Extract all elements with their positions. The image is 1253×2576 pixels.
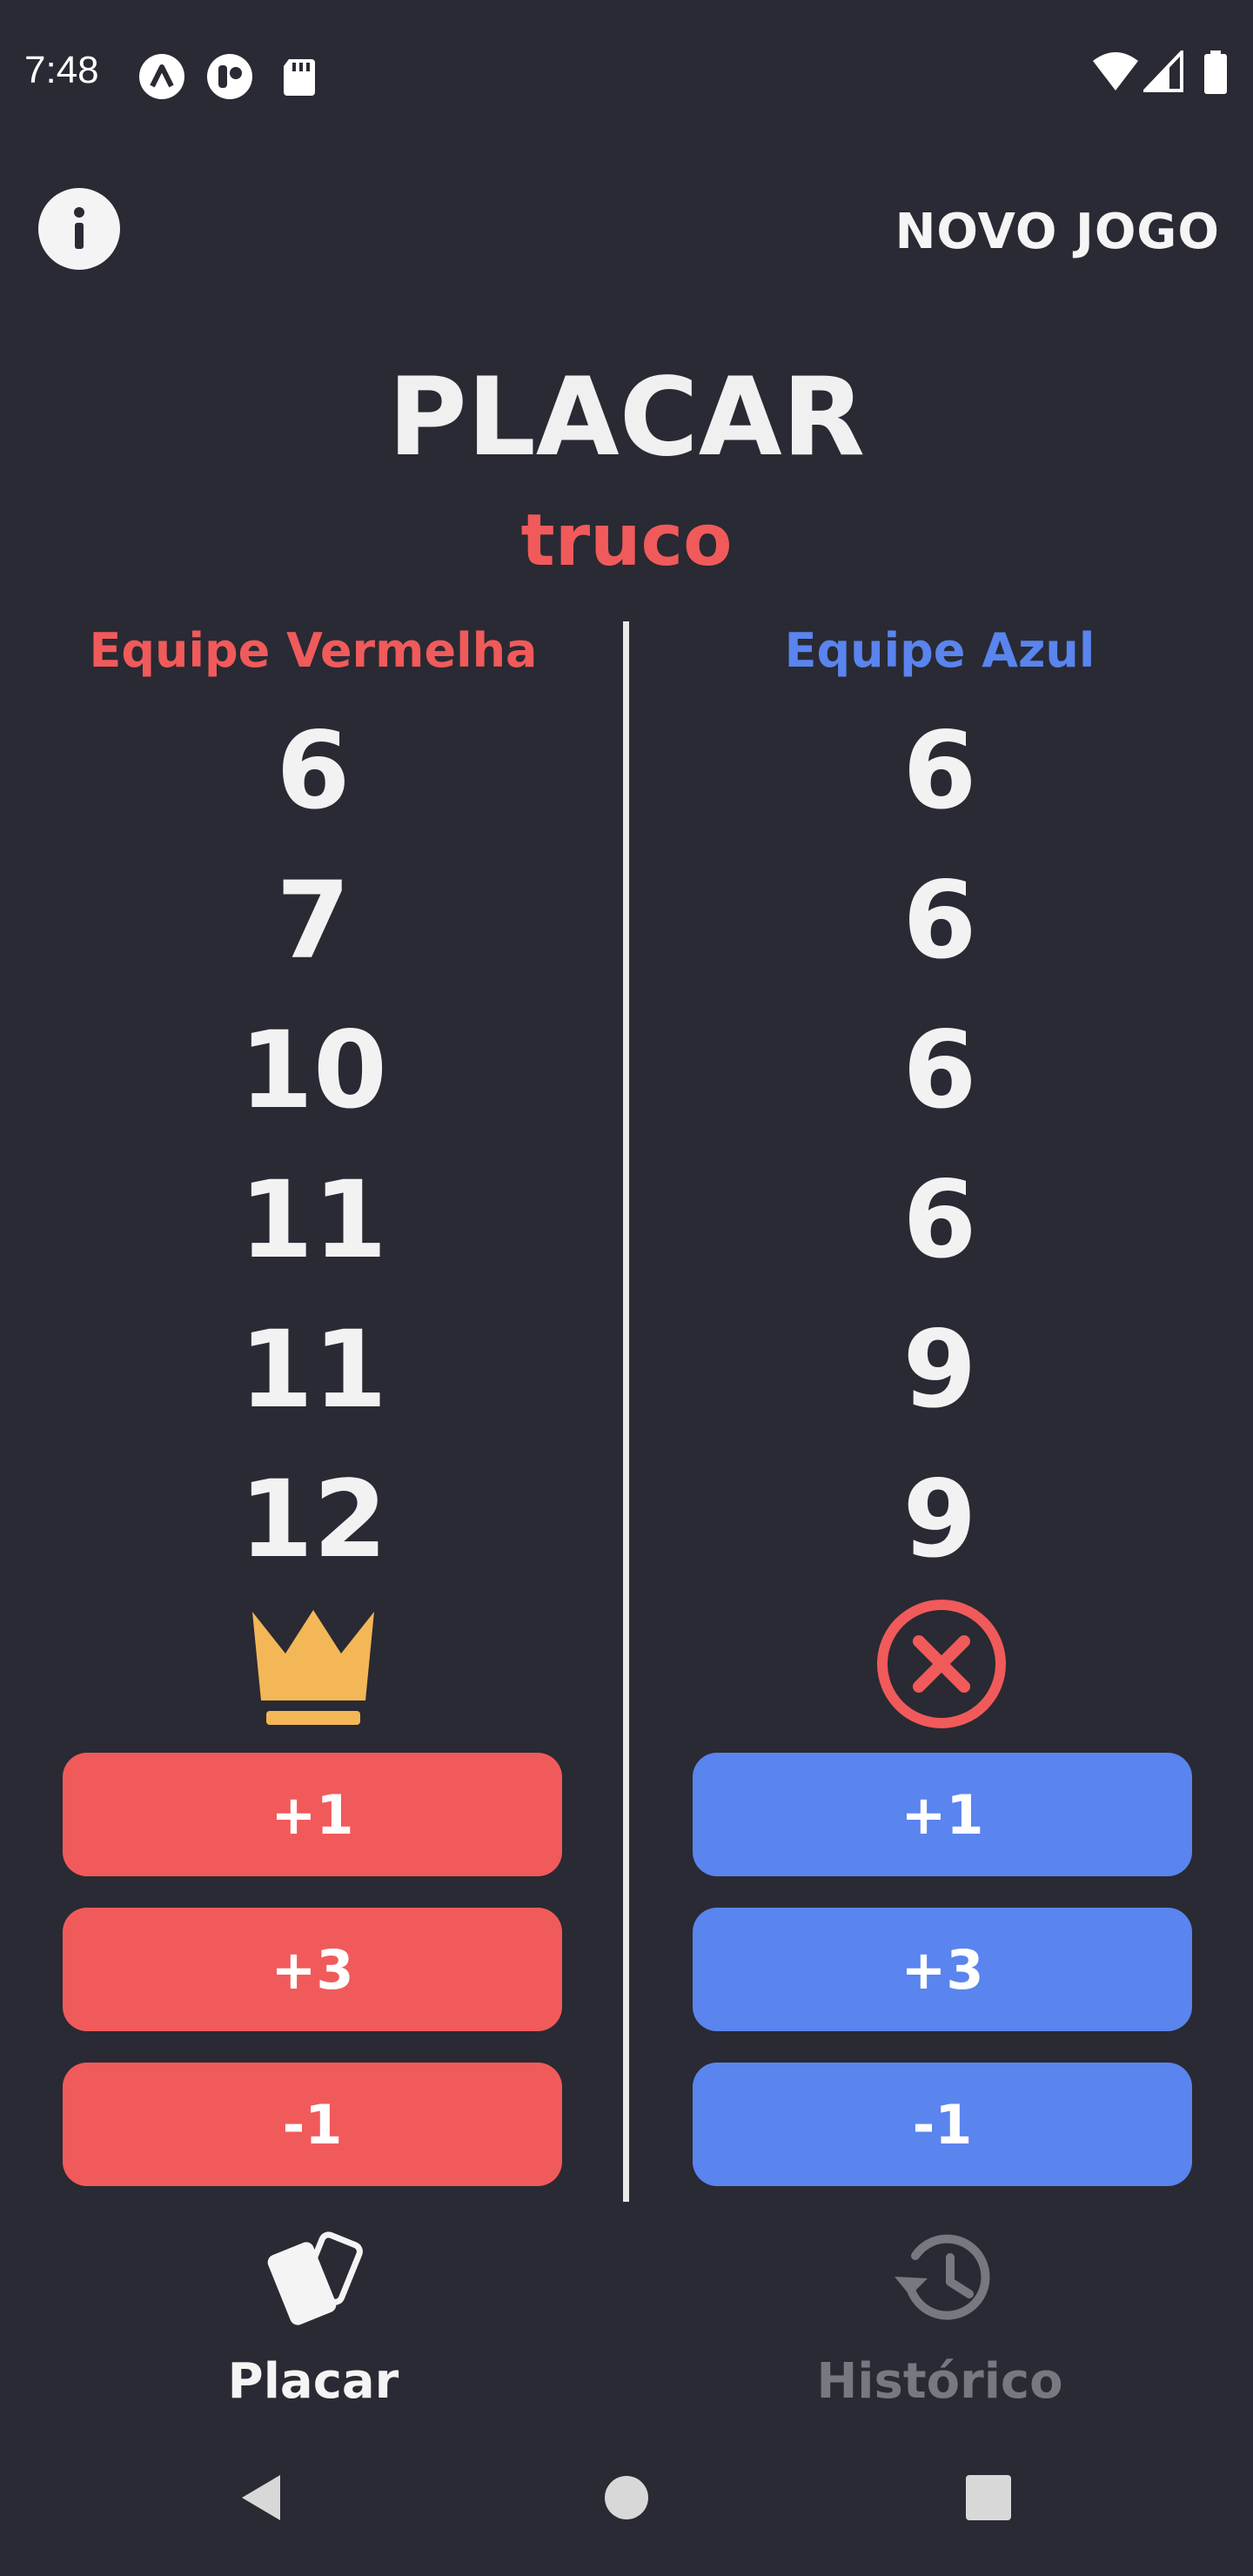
score-entry: 6 [276,709,351,833]
game-type-subtitle: truco [520,500,733,582]
recents-icon[interactable] [962,2472,1015,2524]
battery-icon [1204,50,1227,94]
red-plus-one-button[interactable]: +1 [63,1753,562,1876]
blue-plus-one-button[interactable]: +1 [693,1753,1192,1876]
red-plus-three-button[interactable]: +3 [63,1908,562,2031]
score-entry: 6 [902,859,977,983]
tab-label: Placar [227,2353,399,2410]
score-entry: 6 [902,709,977,833]
blue-minus-one-button[interactable]: -1 [693,2063,1192,2186]
page-title: PLACAR [387,355,866,480]
team-name-blue: Equipe Azul [784,623,1096,678]
blue-plus-three-button[interactable]: +3 [693,1908,1192,2031]
tab-placar[interactable]: Placar [0,2216,626,2433]
info-icon [74,207,84,249]
score-entry: 11 [239,1308,387,1432]
score-entry: 11 [239,1158,387,1282]
notification-a-icon [139,54,184,99]
status-time: 7:48 [24,49,99,91]
cancel-circle-icon [877,1600,1006,1728]
crown-icon [252,1610,374,1725]
score-entry: 9 [902,1308,977,1432]
score-entry: 9 [902,1458,977,1581]
sd-card-icon [284,59,315,96]
history-icon [895,2234,990,2320]
score-entry: 10 [239,1009,387,1132]
red-minus-one-button[interactable]: -1 [63,2063,562,2186]
back-icon[interactable] [235,2472,287,2524]
score-history-blue: 6 6 6 6 9 9 [626,696,1253,1594]
wifi-icon [1093,52,1138,91]
notification-circle-icon [207,54,252,99]
score-entry: 6 [902,1009,977,1132]
new-game-button[interactable]: NOVO JOGO [895,204,1220,260]
score-entry: 12 [239,1458,387,1581]
home-icon[interactable] [600,2472,653,2524]
team-name-red: Equipe Vermelha [89,623,538,678]
score-entry: 6 [902,1158,977,1282]
signal-icon [1143,50,1183,92]
score-history-red: 6 7 10 11 11 12 [0,696,626,1594]
cards-icon [267,2231,363,2325]
info-button[interactable] [38,188,120,270]
score-entry: 7 [276,859,351,983]
tab-label: Histórico [816,2353,1063,2410]
tab-historico[interactable]: Histórico [626,2216,1253,2433]
